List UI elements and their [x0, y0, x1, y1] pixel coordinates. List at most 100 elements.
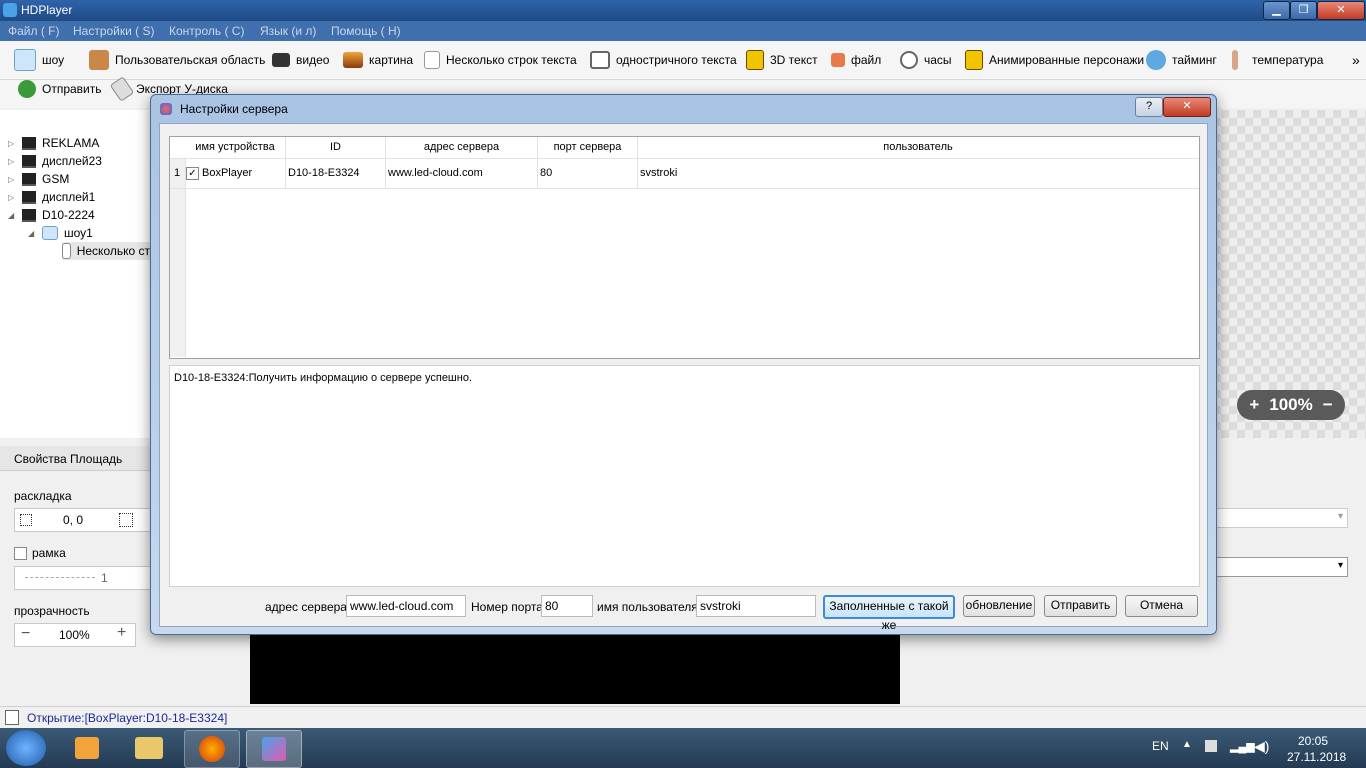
plus-icon[interactable]: + [117, 624, 126, 642]
fill-same-button[interactable]: Заполненные с такой же [823, 595, 955, 632]
port-number-input[interactable]: 80 [541, 595, 593, 617]
taskbar-hdplayer[interactable] [246, 730, 302, 768]
tree-item-show1[interactable]: ◢ шоу1 [28, 224, 93, 242]
column-device-name[interactable]: имя устройства [185, 137, 286, 158]
toolbar-timing[interactable]: тайминг [1146, 41, 1217, 79]
toolbar-user-area[interactable]: Пользовательская область [89, 41, 265, 79]
toolbar-show[interactable]: шоу [14, 41, 64, 79]
toolbar-picture-label: картина [369, 53, 414, 67]
toolbar-multiline-text[interactable]: Несколько строк текста [424, 41, 577, 79]
toolbar-single-line-text[interactable]: одностричного текста [590, 41, 737, 79]
toolbar-animated-characters[interactable]: Анимированные персонажи [965, 41, 1144, 79]
port-number-label: Номер порта [471, 600, 543, 614]
expand-arrow-icon[interactable]: ▷ [8, 139, 16, 148]
maximize-button[interactable]: ❐ [1290, 1, 1317, 20]
property-dropdown-2[interactable]: ▾ [1216, 557, 1348, 577]
animated-characters-icon [965, 50, 983, 70]
zoom-in-icon[interactable]: + [1249, 395, 1259, 415]
menu-settings[interactable]: Настройки ( S) [73, 24, 155, 38]
opacity-stepper[interactable]: − 100% + [14, 623, 136, 647]
cell-server-wrap: www.led-cloud.com [386, 159, 538, 188]
toolbar-picture[interactable]: картина [343, 41, 413, 79]
server-address-value: www.led-cloud.com [350, 599, 454, 613]
menu-file[interactable]: Файл ( F) [8, 24, 60, 38]
tree-item-multiline-text[interactable]: Несколько ст [62, 242, 150, 260]
username-input[interactable]: svstroki [696, 595, 816, 617]
toolbar-clock-label: часы [924, 53, 952, 67]
column-server-port[interactable]: порт сервера [538, 137, 638, 158]
cell-user-wrap: svstroki [638, 159, 1198, 188]
clock-icon [900, 51, 918, 69]
property-dropdown-1[interactable]: ▾ [1216, 508, 1348, 528]
tree-item-gsm[interactable]: ▷ GSM [8, 170, 69, 188]
menu-language[interactable]: Язык (и л) [260, 24, 316, 38]
toolbar-temperature[interactable]: температура [1232, 41, 1323, 79]
frame-checkbox[interactable] [14, 547, 27, 560]
dialog-close-button[interactable]: ✕ [1163, 97, 1211, 117]
position-field[interactable]: 0, 0 [14, 508, 152, 532]
tree-item-label: REKLAMA [42, 136, 100, 150]
toolbar-clock[interactable]: часы [900, 41, 952, 79]
layout-label: раскладка [14, 489, 72, 503]
tree-item-d10-2224[interactable]: ◢ D10-2224 [8, 206, 95, 224]
tree-item-reklama[interactable]: ▷ REKLAMA [8, 134, 99, 152]
taskbar-firefox[interactable] [184, 730, 240, 768]
tree-item-display1[interactable]: ▷ дисплей1 [8, 188, 95, 206]
column-server-address[interactable]: адрес сервера [386, 137, 538, 158]
toolbar-file[interactable]: файл [831, 41, 881, 79]
server-address-input[interactable]: www.led-cloud.com [346, 595, 466, 617]
help-button[interactable]: ? [1135, 97, 1163, 117]
tree-item-label: D10-2224 [42, 208, 95, 222]
taskbar-media-player[interactable] [60, 730, 114, 766]
refresh-button[interactable]: обновление [963, 595, 1035, 617]
tree-item-label: GSM [42, 172, 70, 186]
cell-id-wrap: D10-18-E3324 [286, 159, 386, 188]
cell-server: www.led-cloud.com [388, 167, 483, 179]
frame-width-field[interactable]: 1 [14, 566, 152, 590]
volume-icon[interactable]: ◀) [1254, 738, 1269, 755]
expand-arrow-icon[interactable]: ▷ [8, 193, 16, 202]
clock-date[interactable]: 27.11.2018 [1287, 750, 1346, 764]
properties-tab[interactable]: Свойства Площадь [0, 446, 150, 471]
minimize-button[interactable]: ▁ [1263, 1, 1290, 20]
tree-item-label: Несколько ст [76, 244, 150, 258]
usb-tray-icon[interactable] [1205, 740, 1217, 752]
close-button[interactable]: ✕ [1317, 1, 1365, 20]
start-button[interactable] [6, 730, 46, 766]
log-output[interactable]: D10-18-E3324:Получить информацию о серве… [169, 365, 1200, 587]
minus-icon[interactable]: − [21, 625, 30, 643]
send-button[interactable]: Отправить [1044, 595, 1117, 617]
expand-arrow-icon[interactable]: ▷ [8, 157, 16, 166]
device-checkbox[interactable]: ✓ [186, 167, 199, 180]
language-indicator[interactable]: EN [1152, 739, 1169, 753]
clock-time[interactable]: 20:05 [1298, 734, 1328, 748]
log-text: D10-18-E3324:Получить информацию о серве… [174, 372, 473, 384]
expand-arrow-icon[interactable]: ▷ [8, 175, 16, 184]
send-toolbar-button[interactable]: Отправить [18, 75, 102, 103]
toolbar-3d-text[interactable]: 3D текст [746, 41, 818, 79]
table-row[interactable]: 1 ✓ BoxPlayer D10-18-E3324 www.led-cloud… [170, 159, 1199, 189]
column-user[interactable]: пользователь [638, 137, 1198, 158]
tree-item-display23[interactable]: ▷ дисплей23 [8, 152, 102, 170]
collapse-arrow-icon[interactable]: ◢ [28, 229, 36, 238]
file-icon [831, 53, 845, 67]
menu-help[interactable]: Помощь ( H) [331, 24, 401, 38]
cell-device: ✓ BoxPlayer [185, 159, 286, 188]
cell-device-name: BoxPlayer [202, 167, 253, 179]
signal-icon[interactable]: ▂▄▆ [1230, 740, 1255, 753]
taskbar-explorer[interactable] [122, 730, 176, 766]
zoom-out-icon[interactable]: − [1323, 395, 1333, 415]
cancel-button[interactable]: Отмена [1125, 595, 1198, 617]
frame-label: рамка [32, 546, 66, 560]
dialog-app-icon [160, 103, 172, 115]
menu-control[interactable]: Контроль ( C) [169, 24, 244, 38]
toolbar-more-button[interactable]: » [1352, 41, 1360, 79]
column-id[interactable]: ID [286, 137, 386, 158]
usb-icon [109, 76, 135, 102]
opacity-label: прозрачность [14, 604, 90, 618]
toolbar-video[interactable]: видео [272, 41, 329, 79]
cell-id: D10-18-E3324 [288, 167, 360, 179]
tray-expand-icon[interactable]: ▲ [1182, 739, 1192, 750]
collapse-arrow-icon[interactable]: ◢ [8, 211, 16, 220]
toolbar-multiline-text-label: Несколько строк текста [446, 53, 577, 67]
